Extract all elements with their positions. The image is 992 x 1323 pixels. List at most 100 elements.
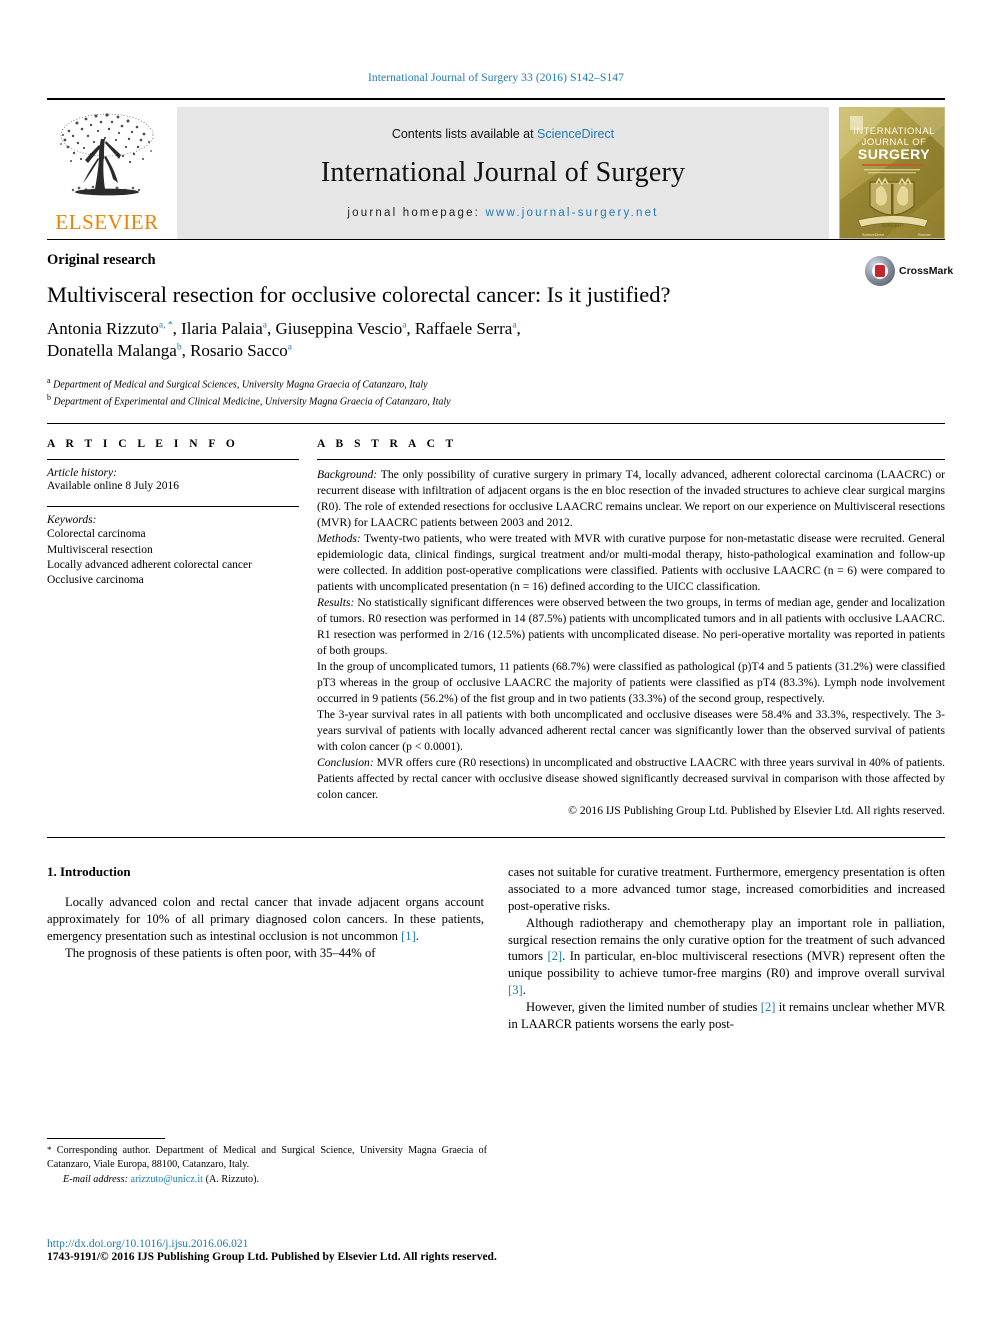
crossmark-icon [865, 256, 895, 286]
article-history-label: Article history: [47, 467, 117, 480]
contents-available-line: Contents lists available at ScienceDirec… [392, 127, 614, 141]
intro-paragraph-3-b: . In particular, en-bloc multivisceral r… [508, 949, 945, 981]
author-name[interactable]: Ilaria Palaia [181, 319, 263, 338]
abstract-results-text: No statistically significant differences… [317, 596, 945, 658]
keyword-item: Multivisceral resection [47, 543, 153, 556]
footnote-area: * Corresponding author. Department of Me… [47, 1138, 487, 1187]
abstract-conclusion-text: MVR offers cure (R0 resections) in uncom… [317, 756, 945, 802]
article-info-heading: A R T I C L E I N F O [47, 438, 239, 451]
author-name[interactable]: Rosario Sacco [190, 341, 288, 360]
article-info-rule [47, 459, 299, 461]
abstract-background: Background: The only possibility of cura… [317, 467, 945, 531]
author-affil-marker: a [287, 342, 293, 353]
body-column-right: cases not suitable for curative treatmen… [508, 864, 945, 1033]
journal-title: International Journal of Surgery [320, 156, 686, 188]
citation-ref[interactable]: [1] [401, 929, 416, 943]
journal-homepage-link[interactable]: www.journal-surgery.net [485, 207, 658, 219]
affiliation-text: Department of Experimental and Clinical … [53, 396, 451, 408]
intro-paragraph-2: The prognosis of these patients is often… [65, 945, 376, 960]
journal-band: Contents lists available at ScienceDirec… [177, 107, 829, 239]
author-affil-marker: a [402, 320, 407, 331]
abstract-methods-label: Methods: [317, 532, 361, 546]
abstract-conclusion-label: Conclusion: [317, 756, 374, 770]
svg-text:INTERNATIONAL: INTERNATIONAL [853, 126, 935, 137]
article-title-block: CrossMark Original research Multiviscera… [47, 240, 953, 410]
intro-paragraph-3: Although radiotherapy and chemotherapy p… [508, 915, 945, 999]
keyword-item: Colorectal carcinoma [47, 528, 146, 541]
journal-masthead: ELSEVIER Contents lists available at Sci… [47, 98, 945, 239]
elsevier-tree-icon [60, 113, 154, 196]
author-affil-marker: a [512, 320, 517, 331]
footnote-rule [47, 1138, 165, 1139]
keywords-label: Keywords: [47, 514, 97, 527]
homepage-prefix: journal homepage: [347, 206, 486, 219]
author-name[interactable]: Donatella Malanga [47, 341, 177, 360]
intro-paragraph-3-c: . [522, 983, 526, 998]
doi-area: http://dx.doi.org/10.1016/j.ijsu.2016.06… [47, 1238, 607, 1263]
journal-cover-art: INTERNATIONAL JOURNAL OF SURGERY SURGERY… [840, 108, 944, 238]
keywords-block: Keywords: Colorectal carcinoma Multivisc… [47, 506, 299, 588]
affiliation-text: Department of Medical and Surgical Scien… [53, 379, 428, 391]
crossmark-label: CrossMark [899, 265, 954, 277]
abstract-background-label: Background: [317, 468, 378, 482]
crossmark-badge[interactable]: CrossMark [865, 248, 953, 294]
article-info-column: A R T I C L E I N F O Article history: A… [47, 438, 299, 819]
author-list: Antonia Rizzutoa, *, Ilaria Palaiaa, Giu… [47, 318, 521, 361]
issn-copyright-line: 1743-9191/© 2016 IJS Publishing Group Lt… [47, 1251, 497, 1263]
intro-paragraph-2-continued: cases not suitable for curative treatmen… [508, 865, 945, 913]
abstract-heading: A B S T R A C T [317, 438, 458, 451]
citation-ref[interactable]: [3] [508, 983, 523, 997]
keywords-rule [47, 506, 299, 508]
page-title: Multivisceral resection for occlusive co… [47, 282, 671, 307]
author-name[interactable]: Giuseppina Vescio [276, 319, 403, 338]
intro-paragraph-1: Locally advanced colon and rectal cancer… [47, 894, 484, 945]
section-heading-introduction: 1. Introduction [47, 864, 131, 880]
paper-page: International Journal of Surgery 33 (201… [0, 0, 992, 1323]
elsevier-logo: ELSEVIER [47, 107, 167, 239]
author-name[interactable]: Raffaele Serra [415, 319, 512, 338]
abstract-methods-text: Twenty-two patients, who were treated wi… [317, 532, 945, 594]
contents-prefix: Contents lists available at [391, 126, 538, 141]
email-note: E-mail address: arizzuto@unicz.it (A. Ri… [47, 1173, 487, 1187]
author-affil-marker: b [176, 342, 182, 353]
abstract-background-text: The only possibility of curative surgery… [317, 468, 945, 530]
abstract-rule [317, 459, 945, 461]
email-link[interactable]: arizzuto@unicz.it [131, 1174, 203, 1185]
author-affil-marker: a, * [158, 320, 173, 331]
svg-text:ScienceDirect: ScienceDirect [862, 233, 884, 237]
abstract-results-label: Results: [317, 596, 355, 610]
abstract-methods: Methods: Twenty-two patients, who were t… [317, 531, 945, 595]
body-column-left: 1. Introduction Locally advanced colon a… [47, 864, 484, 1033]
abstract-copyright: © 2016 IJS Publishing Group Ltd. Publish… [568, 804, 945, 818]
affiliation-item: a Department of Medical and Surgical Sci… [47, 375, 945, 392]
email-owner: (A. Rizzuto). [203, 1173, 260, 1185]
keyword-item: Occlusive carcinoma [47, 573, 144, 586]
author-name[interactable]: Antonia Rizzuto [47, 319, 159, 338]
affiliation-marker: b [47, 393, 51, 403]
affiliation-item: b Department of Experimental and Clinica… [47, 392, 945, 409]
article-history-value: Available online 8 July 2016 [47, 480, 180, 493]
corresponding-author-note: * Corresponding author. Department of Me… [47, 1144, 487, 1173]
intro-paragraph-4-a: However, given the limited number of stu… [526, 1000, 761, 1015]
doi-link[interactable]: http://dx.doi.org/10.1016/j.ijsu.2016.06… [47, 1238, 607, 1250]
abstract-results-para3: The 3-year survival rates in all patient… [317, 708, 945, 754]
affiliation-marker: a [47, 375, 51, 385]
sciencedirect-link[interactable]: ScienceDirect [537, 127, 614, 141]
abstract-results-para2: In the group of uncomplicated tumors, 11… [317, 660, 945, 706]
citation-ref[interactable]: [2] [761, 1000, 776, 1014]
affiliation-list: a Department of Medical and Surgical Sci… [47, 375, 945, 410]
info-abstract-row: A R T I C L E I N F O Article history: A… [47, 424, 945, 819]
email-label: E-mail address: [63, 1173, 128, 1185]
abstract-body: Background: The only possibility of cura… [317, 467, 945, 819]
abstract-column: A B S T R A C T Background: The only pos… [317, 438, 945, 819]
journal-homepage-line: journal homepage: www.journal-surgery.ne… [347, 207, 658, 219]
svg-text:SURGERY: SURGERY [881, 224, 904, 229]
intro-paragraph-4: However, given the limited number of stu… [508, 999, 945, 1033]
intro-paragraph-1-end: . [415, 928, 419, 943]
body-columns: 1. Introduction Locally advanced colon a… [47, 838, 945, 1033]
keyword-item: Locally advanced adherent colorectal can… [47, 558, 252, 571]
abstract-results: Results: No statistically significant di… [317, 595, 945, 659]
abstract-conclusion: Conclusion: MVR offers cure (R0 resectio… [317, 755, 945, 803]
citation-ref[interactable]: [2] [547, 949, 562, 963]
article-type: Original research [47, 252, 156, 268]
